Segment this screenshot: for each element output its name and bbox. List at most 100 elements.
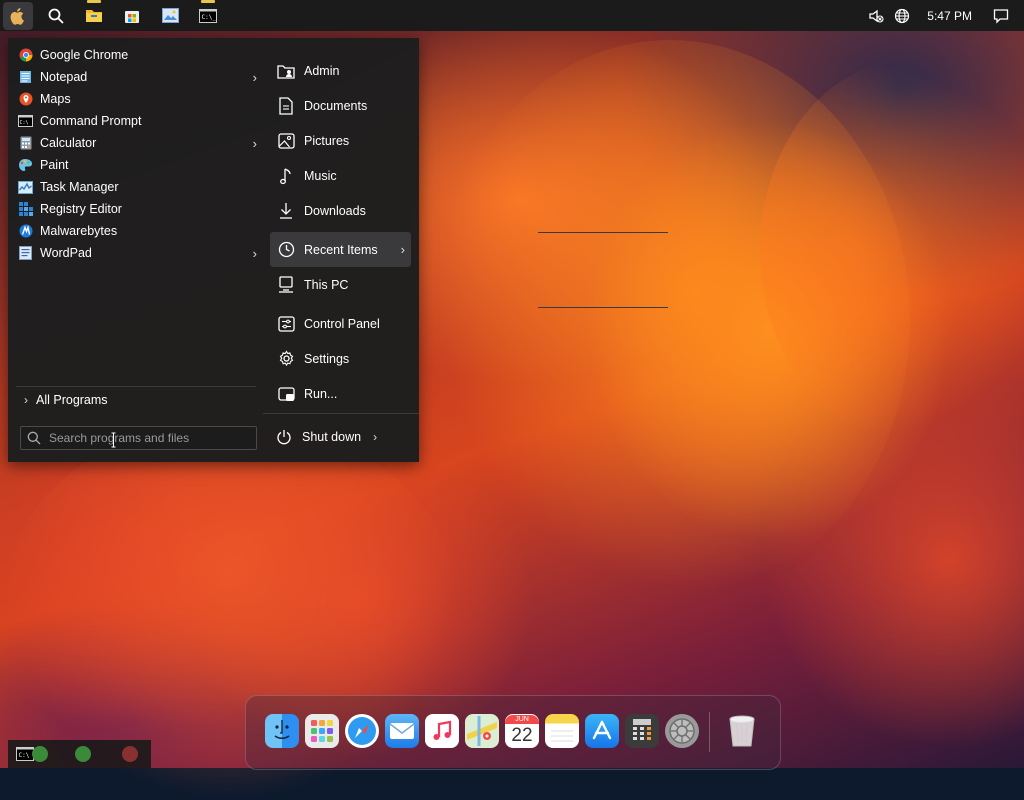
place-item-downloads[interactable]: Downloads [270,193,411,228]
pictures-icon [276,131,296,151]
program-label: Maps [40,92,71,106]
malwarebytes-icon [18,224,33,239]
gear-icon [276,349,296,369]
dock-music[interactable] [425,714,459,748]
program-label: Malwarebytes [40,224,118,238]
search-icon [27,431,41,445]
search-icon [48,8,64,24]
place-item-run[interactable]: Run... [270,376,411,411]
place-label: Downloads [304,203,366,218]
finder-icon [274,720,290,739]
calculator-icon [18,136,33,151]
user-folder-icon [276,61,296,81]
dock-system-preferences[interactable] [665,714,699,748]
search-button[interactable] [41,2,71,30]
dock-mail[interactable] [385,714,419,748]
notification-icon [993,8,1009,24]
music-icon [276,166,296,186]
top-taskbar: C:\_ 5:47 PM [0,0,1024,31]
command-prompt-button[interactable]: C:\_ [193,0,223,30]
photos-button[interactable] [155,2,185,30]
shutdown-button[interactable]: Shut down › [276,426,377,448]
program-item-calculator[interactable]: Calculator › [8,132,263,154]
program-label: Task Manager [40,180,119,194]
program-item-paint[interactable]: Paint [8,154,263,176]
place-item-pictures[interactable]: Pictures [270,123,411,158]
dock-notes[interactable] [545,714,579,748]
dock-launchpad[interactable] [305,714,339,748]
place-label: This PC [304,277,349,292]
program-label: Calculator [40,136,97,150]
place-item-admin[interactable]: Admin [270,53,411,88]
dock-calculator[interactable] [625,714,659,748]
window-dot[interactable] [75,746,91,762]
dock-maps[interactable] [465,714,499,748]
store-button[interactable] [117,2,147,30]
dock-divider [709,712,710,752]
dock-app-store[interactable] [585,714,619,748]
place-item-music[interactable]: Music [270,158,411,193]
globe-icon [895,8,910,23]
chevron-right-icon: › [24,393,28,407]
places-list: Admin Documents Pictures Music Downloads… [270,53,668,411]
clock-icon [276,240,296,260]
window-dot[interactable] [32,746,48,762]
clock[interactable]: 5:47 PM [927,9,972,23]
place-label: Recent Items [304,242,378,257]
program-label: Google Chrome [40,48,129,62]
program-item-maps[interactable]: Maps [8,88,263,110]
program-item-registry-editor[interactable]: Registry Editor [8,198,263,220]
place-label: Settings [304,351,350,366]
place-item-this-pc[interactable]: This PC [270,267,411,302]
volume-button[interactable] [865,5,887,27]
control-panel-icon [276,314,296,334]
start-button[interactable] [3,1,33,30]
task-manager-icon [18,180,33,195]
dock-trash[interactable] [725,714,759,748]
program-item-task-manager[interactable]: Task Manager [8,176,263,198]
place-item-settings[interactable]: Settings [270,341,411,376]
store-icon [125,10,139,23]
search-input[interactable] [47,430,241,446]
photos-icon [161,8,179,23]
maps-icon [18,92,33,107]
chevron-right-icon[interactable]: › [373,430,377,444]
divider [263,413,419,414]
chevron-right-icon: › [252,246,257,261]
program-item-wordpad[interactable]: WordPad › [8,242,263,264]
program-item-notepad[interactable]: Notepad › [8,66,263,88]
all-programs-label: All Programs [36,393,108,407]
app-store-icon [592,720,612,740]
place-label: Pictures [304,133,350,148]
all-programs-button[interactable]: › All Programs [24,390,108,410]
program-item-google-chrome[interactable]: Google Chrome [8,44,263,66]
window-dot[interactable] [122,746,138,762]
dock-safari[interactable] [345,714,379,748]
place-label: Documents [304,98,368,113]
divider [538,307,668,308]
notification-button[interactable] [990,5,1012,27]
chevron-right-icon: › [400,242,405,257]
search-box[interactable] [20,426,257,450]
program-item-malwarebytes[interactable]: Malwarebytes [8,220,263,242]
place-item-documents[interactable]: Documents [270,88,411,123]
program-item-command-prompt[interactable]: C:\ Command Prompt [8,110,263,132]
calendar-month: JUN [505,714,539,724]
terminal-window-strip[interactable]: C:\ [8,740,151,768]
run-icon [276,384,296,404]
place-label: Music [304,168,337,183]
dock: JUN 22 [245,695,781,770]
program-label: Command Prompt [40,114,142,128]
language-button[interactable] [891,5,913,27]
place-item-control-panel[interactable]: Control Panel [270,306,411,341]
running-indicator [201,0,215,3]
dock-finder[interactable] [265,714,299,748]
dock-calendar[interactable]: JUN 22 [505,714,539,748]
svg-text:C:\: C:\ [20,120,29,126]
system-preferences-icon [669,718,695,744]
place-item-recent-items[interactable]: Recent Items › [270,232,411,267]
notes-icon [551,730,573,742]
file-explorer-button[interactable] [79,0,109,30]
mail-icon [389,723,415,739]
calendar-day: 22 [511,724,533,746]
